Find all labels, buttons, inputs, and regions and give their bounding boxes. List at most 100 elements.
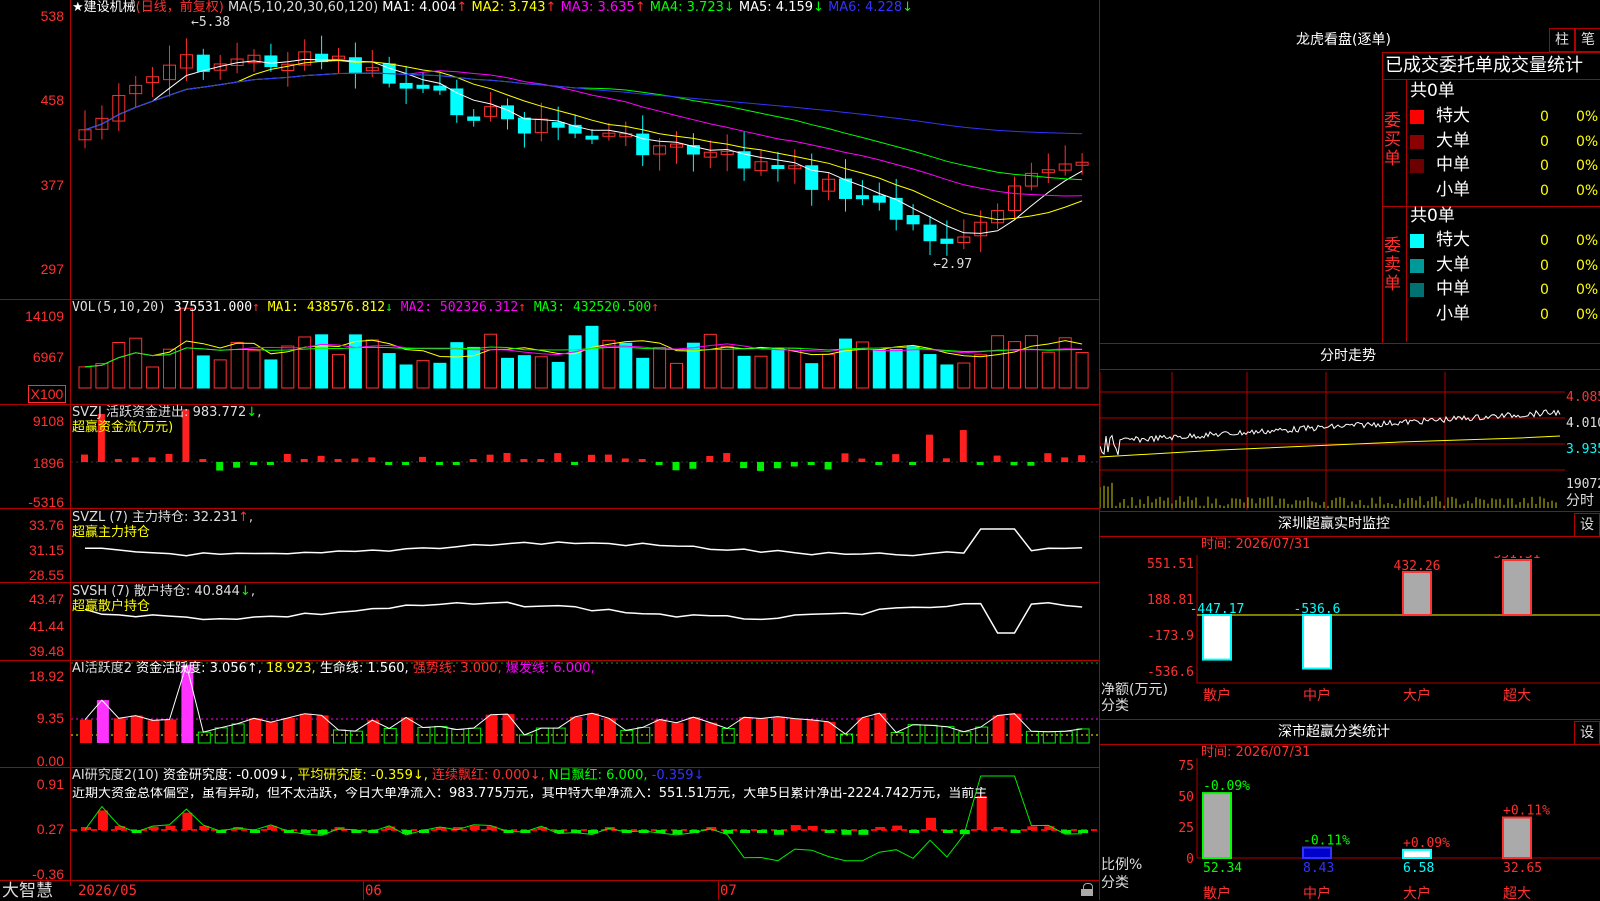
svzj-header: SVZJ 活跃资金进出: 983.772↓, bbox=[72, 405, 262, 420]
fund-flow-bar bbox=[655, 462, 663, 466]
svzl-label: 主力持仓: bbox=[131, 510, 189, 525]
classify-bar bbox=[1302, 846, 1332, 859]
volume-bar bbox=[78, 366, 92, 389]
price-tick: 538 bbox=[40, 8, 64, 24]
classify-unit: 比例% bbox=[1101, 857, 1143, 873]
volume-bar bbox=[264, 359, 278, 389]
bar-view-button[interactable]: 柱 bbox=[1549, 28, 1575, 52]
activity-bar bbox=[367, 720, 380, 743]
monitor-bar bbox=[1402, 570, 1432, 616]
candlestick-chart[interactable]: ←5.38 ←2.97 bbox=[71, 0, 1099, 298]
sell-side-label: 委卖单 bbox=[1384, 236, 1401, 294]
activity-bar bbox=[535, 727, 549, 744]
fund-flow-bar bbox=[486, 454, 494, 462]
order-count: 0 bbox=[1540, 133, 1549, 150]
activity-bar bbox=[96, 700, 109, 743]
date-grid bbox=[718, 881, 719, 900]
ma-item: MA4: 3.723 bbox=[649, 0, 724, 15]
research-bar bbox=[824, 830, 835, 833]
volume-bar bbox=[872, 349, 886, 389]
svzj-tick: -5316 bbox=[28, 494, 64, 510]
volume-bar bbox=[957, 362, 971, 389]
activity-bar bbox=[249, 718, 261, 743]
fund-flow-bar bbox=[520, 459, 528, 462]
price-tick: 297 bbox=[40, 261, 64, 277]
intraday-chart[interactable] bbox=[1100, 372, 1565, 510]
order-size-label: 小单 bbox=[1436, 303, 1470, 324]
retail-position-line bbox=[84, 601, 1083, 634]
monitor-value-label: 551.51 bbox=[1494, 555, 1541, 562]
pen-view-button[interactable]: 笔 bbox=[1575, 28, 1600, 52]
volume-bar bbox=[501, 357, 514, 389]
fund-flow-bar bbox=[672, 462, 680, 471]
fund-flow-bar bbox=[402, 462, 410, 465]
fund-flow-bar bbox=[503, 453, 511, 462]
svzl-name: SVZL (7) bbox=[72, 510, 128, 525]
classify-bar-chart: 75 50 25 0 -0.09% 52.34 散户 -0.11% 8.43 中户 +0.09% 6.… bbox=[1178, 758, 1600, 900]
ai-active-header: AI活跃度2 资金活跃度: 3.056↑, 18.923, 生命线: 1.560… bbox=[72, 662, 595, 676]
activity-bar bbox=[705, 722, 718, 743]
svzj-tick: 1896 bbox=[32, 455, 64, 471]
volume-bar bbox=[788, 347, 802, 389]
ai-research-item: N日飘红: 6.000, bbox=[548, 768, 648, 783]
classify-settings-button[interactable]: 设 bbox=[1574, 721, 1600, 745]
stock-name[interactable]: 建设机械 bbox=[84, 0, 136, 15]
main-position-line bbox=[84, 528, 1083, 557]
order-count: 0 bbox=[1540, 109, 1549, 125]
ai-research-tick: 0.91 bbox=[36, 776, 64, 792]
intraday-price: 4.010 bbox=[1566, 416, 1600, 431]
classify-value-label: 32.65 bbox=[1503, 861, 1542, 876]
fund-flow-bar bbox=[689, 462, 697, 469]
intraday-unit: 分时 bbox=[1566, 493, 1594, 509]
research-bar bbox=[841, 830, 852, 835]
volume-bar bbox=[534, 356, 548, 389]
monitor-bar bbox=[1202, 614, 1232, 661]
legend-swatch bbox=[1410, 134, 1424, 149]
intraday-price: 4.085 bbox=[1566, 390, 1600, 405]
monitor-bar bbox=[1502, 559, 1532, 616]
legend-swatch bbox=[1410, 110, 1424, 124]
fund-flow-bar bbox=[283, 453, 291, 462]
order-percent: 0% bbox=[1576, 133, 1599, 150]
volume-ma-item: MA2: 502326.312 bbox=[400, 300, 519, 315]
volume-bar bbox=[399, 364, 413, 389]
activity-bar bbox=[164, 719, 177, 743]
research-bar bbox=[858, 830, 869, 835]
fund-flow-bar bbox=[790, 462, 798, 467]
activity-bar bbox=[756, 718, 768, 743]
volume-tick: 14109 bbox=[25, 308, 64, 324]
volume-ma-item: MA1: 438576.812 bbox=[267, 300, 386, 315]
star-icon[interactable]: ★ bbox=[72, 0, 84, 15]
research-bar bbox=[773, 830, 784, 835]
price-tick: 458 bbox=[40, 92, 64, 108]
activity-bar bbox=[383, 727, 397, 744]
classify-value-label: 52.34 bbox=[1203, 861, 1242, 876]
ma6-line bbox=[84, 72, 1083, 135]
research-bar bbox=[993, 827, 1004, 830]
fund-flow-bar bbox=[706, 456, 714, 462]
activity-bar bbox=[518, 734, 532, 744]
order-size-label: 中单 bbox=[1436, 279, 1470, 299]
order-percent: 0% bbox=[1576, 257, 1599, 274]
order-percent: 0% bbox=[1576, 158, 1599, 174]
classify-category: 分类 bbox=[1101, 875, 1129, 891]
svzj-tick: 9108 bbox=[32, 413, 64, 429]
activity-bar bbox=[587, 713, 599, 743]
legend-swatch bbox=[1410, 234, 1424, 248]
ai-research-tick: -0.36 bbox=[32, 866, 64, 882]
activity-bar bbox=[772, 716, 785, 743]
sell-total: 共0单 bbox=[1410, 206, 1455, 226]
period-label[interactable]: (日线，前复权) bbox=[136, 0, 224, 15]
legend-swatch bbox=[1410, 258, 1424, 273]
svsh-subtitle: 超赢散户持仓 bbox=[72, 599, 151, 614]
research-bar bbox=[250, 830, 260, 833]
ma-arrow: ↑ bbox=[545, 0, 557, 15]
candle-body bbox=[433, 85, 447, 91]
ai-research-item: 连续飘红: 0.000↓, bbox=[432, 768, 545, 783]
candle-body bbox=[315, 53, 329, 63]
candle-body bbox=[906, 215, 920, 225]
fund-flow-bar bbox=[571, 462, 579, 465]
order-count: 0 bbox=[1540, 182, 1549, 199]
date-tick: 07 bbox=[720, 883, 737, 899]
monitor-settings-button[interactable]: 设 bbox=[1574, 513, 1600, 537]
